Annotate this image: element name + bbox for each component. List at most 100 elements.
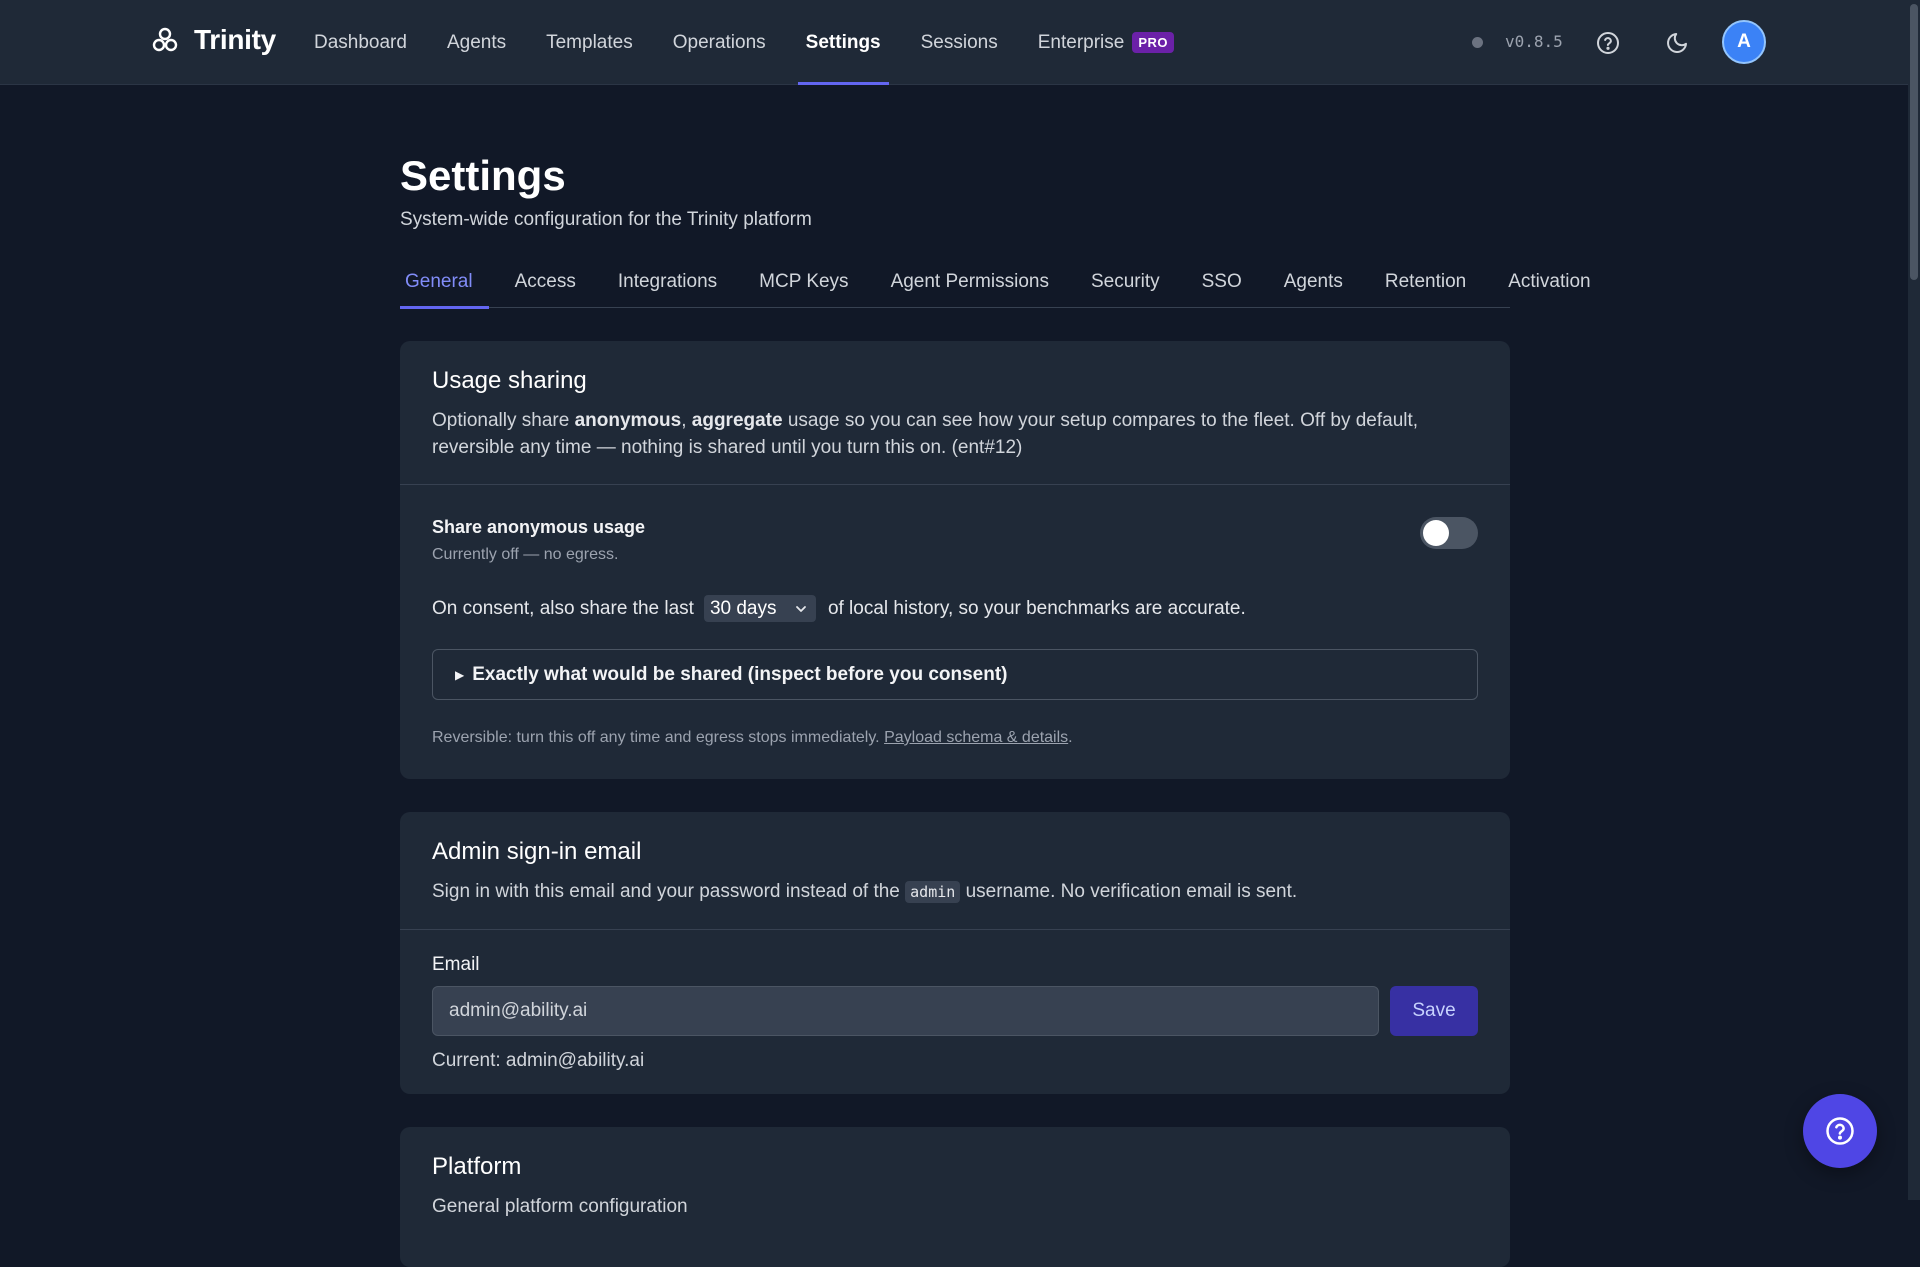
moon-icon [1667, 33, 1687, 53]
top-navigation-bar: Trinity Dashboard Agents Templates Opera… [0, 0, 1908, 85]
disclosure-label: Exactly what would be shared (inspect be… [472, 663, 1008, 685]
page-scrollbar[interactable] [1908, 0, 1920, 1200]
inline-code: admin [905, 881, 961, 903]
desc-text: username. No verification email is sent. [960, 881, 1298, 902]
consent-text: of local history, so your benchmarks are… [827, 597, 1246, 619]
scrollbar-thumb[interactable] [1910, 4, 1918, 280]
email-field-label: Email [432, 954, 480, 975]
pro-badge: PRO [1132, 32, 1175, 53]
nav-item-operations[interactable]: Operations [653, 0, 786, 85]
nav-item-dashboard[interactable]: Dashboard [294, 0, 427, 85]
card-description: Sign in with this email and your passwor… [432, 878, 1478, 906]
shared-data-disclosure[interactable]: ▶ Exactly what would be shared (inspect … [432, 649, 1478, 700]
email-field[interactable] [432, 986, 1379, 1036]
card-header: Usage sharing Optionally share anonymous… [400, 341, 1510, 485]
reversible-note: Reversible: turn this off any time and e… [432, 729, 1478, 747]
toggle-label: Share anonymous usage [432, 517, 646, 537]
tab-label: Access [514, 271, 576, 292]
usage-sharing-card: Usage sharing Optionally share anonymous… [400, 341, 1510, 779]
tab-security[interactable]: Security [1070, 271, 1181, 308]
tab-access[interactable]: Access [494, 271, 597, 308]
email-field-row: Save [432, 986, 1478, 1036]
tab-general[interactable]: General [400, 271, 494, 309]
nav-item-label: Operations [672, 31, 766, 53]
current-email-text: Current: admin@ability.ai [432, 1050, 645, 1071]
desc-text: Optionally share [432, 410, 575, 431]
help-button[interactable] [1591, 26, 1625, 60]
platform-card: Platform General platform configuration [400, 1127, 1510, 1267]
theme-toggle-button[interactable] [1660, 26, 1694, 60]
avatar-initial: A [1737, 31, 1751, 52]
desc-bold: aggregate [691, 410, 783, 431]
nav-item-sessions[interactable]: Sessions [901, 0, 1018, 85]
tab-label: Agent Permissions [890, 271, 1049, 292]
card-description: General platform configuration [432, 1196, 688, 1217]
nav-item-label: Sessions [920, 31, 998, 53]
payload-schema-link[interactable]: Payload schema & details [884, 729, 1068, 746]
settings-page: Settings System-wide configuration for t… [400, 85, 1591, 1267]
toggle-knob [1423, 520, 1449, 546]
nav-item-settings[interactable]: Settings [786, 0, 901, 85]
help-circle-icon [1597, 32, 1619, 54]
nav-item-label: Templates [546, 31, 633, 53]
toggle-status-text: Currently off — no egress. [432, 546, 619, 563]
tab-activation[interactable]: Activation [1487, 271, 1611, 308]
card-header: Admin sign-in email Sign in with this em… [400, 812, 1510, 930]
card-body: Email Save Current: admin@ability.ai [400, 930, 1510, 1094]
tab-sso[interactable]: SSO [1181, 271, 1263, 308]
nav-item-label: Enterprise [1037, 31, 1125, 53]
nav-item-label: Dashboard [314, 31, 407, 53]
status-dot [1472, 37, 1483, 48]
brand-name: Trinity [194, 24, 276, 55]
avatar[interactable]: A [1722, 20, 1766, 64]
tab-label: MCP Keys [759, 271, 849, 292]
note-text: Reversible: turn this off any time and e… [432, 729, 885, 746]
nav-item-label: Agents [446, 31, 507, 53]
history-range-select[interactable]: 30 days [703, 595, 816, 622]
nav-item-enterprise[interactable]: Enterprise PRO [1018, 0, 1194, 85]
tab-label: Agents [1283, 271, 1343, 292]
tab-mcp-keys[interactable]: MCP Keys [738, 271, 869, 308]
consent-history-line: On consent, also share the last 30 days … [432, 595, 1478, 622]
save-button[interactable]: Save [1390, 986, 1478, 1036]
share-usage-row: Share anonymous usage Currently off — no… [432, 517, 1478, 567]
note-text: . [1068, 729, 1073, 746]
tab-label: Activation [1508, 271, 1591, 292]
tab-label: Integrations [617, 271, 718, 292]
card-header: Platform General platform configuration [400, 1127, 1510, 1246]
floating-help-button[interactable] [1803, 1094, 1877, 1168]
version-label: v0.8.5 [1505, 32, 1563, 51]
tab-label: General [405, 271, 473, 292]
nav-item-label: Settings [805, 31, 881, 53]
admin-email-card: Admin sign-in email Sign in with this em… [400, 812, 1510, 1094]
help-circle-icon [1826, 1117, 1854, 1145]
page-title: Settings [400, 152, 566, 199]
tab-label: SSO [1201, 271, 1242, 292]
desc-bold: anonymous [574, 410, 682, 431]
page-subtitle: System-wide configuration for the Trinit… [400, 209, 812, 230]
desc-text: Sign in with this email and your passwor… [432, 881, 906, 902]
consent-text: On consent, also share the last [432, 597, 694, 619]
card-title: Usage sharing [432, 367, 587, 394]
select-value: 30 days [709, 597, 777, 619]
tab-label: Retention [1384, 271, 1467, 292]
nav-item-agents[interactable]: Agents [427, 0, 526, 85]
main-nav: Dashboard Agents Templates Operations Se… [294, 0, 1194, 85]
tab-agent-permissions[interactable]: Agent Permissions [870, 271, 1070, 308]
chevron-down-icon [796, 605, 806, 612]
card-description: Optionally share anonymous, aggregate us… [432, 407, 1478, 461]
card-title: Platform [432, 1153, 522, 1180]
share-usage-toggle[interactable] [1420, 517, 1478, 549]
settings-tabs: General Access Integrations MCP Keys Age… [400, 271, 1591, 309]
card-body: Share anonymous usage Currently off — no… [400, 485, 1510, 779]
card-title: Admin sign-in email [432, 838, 642, 865]
tab-integrations[interactable]: Integrations [597, 271, 738, 308]
tab-label: Security [1090, 271, 1160, 292]
brand[interactable]: Trinity [150, 24, 276, 56]
tab-agents[interactable]: Agents [1263, 271, 1364, 308]
trinity-logo-icon [152, 27, 178, 52]
desc-text: , [681, 410, 692, 431]
tab-retention[interactable]: Retention [1364, 271, 1487, 308]
nav-item-templates[interactable]: Templates [526, 0, 653, 85]
caret-right-icon: ▶ [455, 667, 465, 682]
